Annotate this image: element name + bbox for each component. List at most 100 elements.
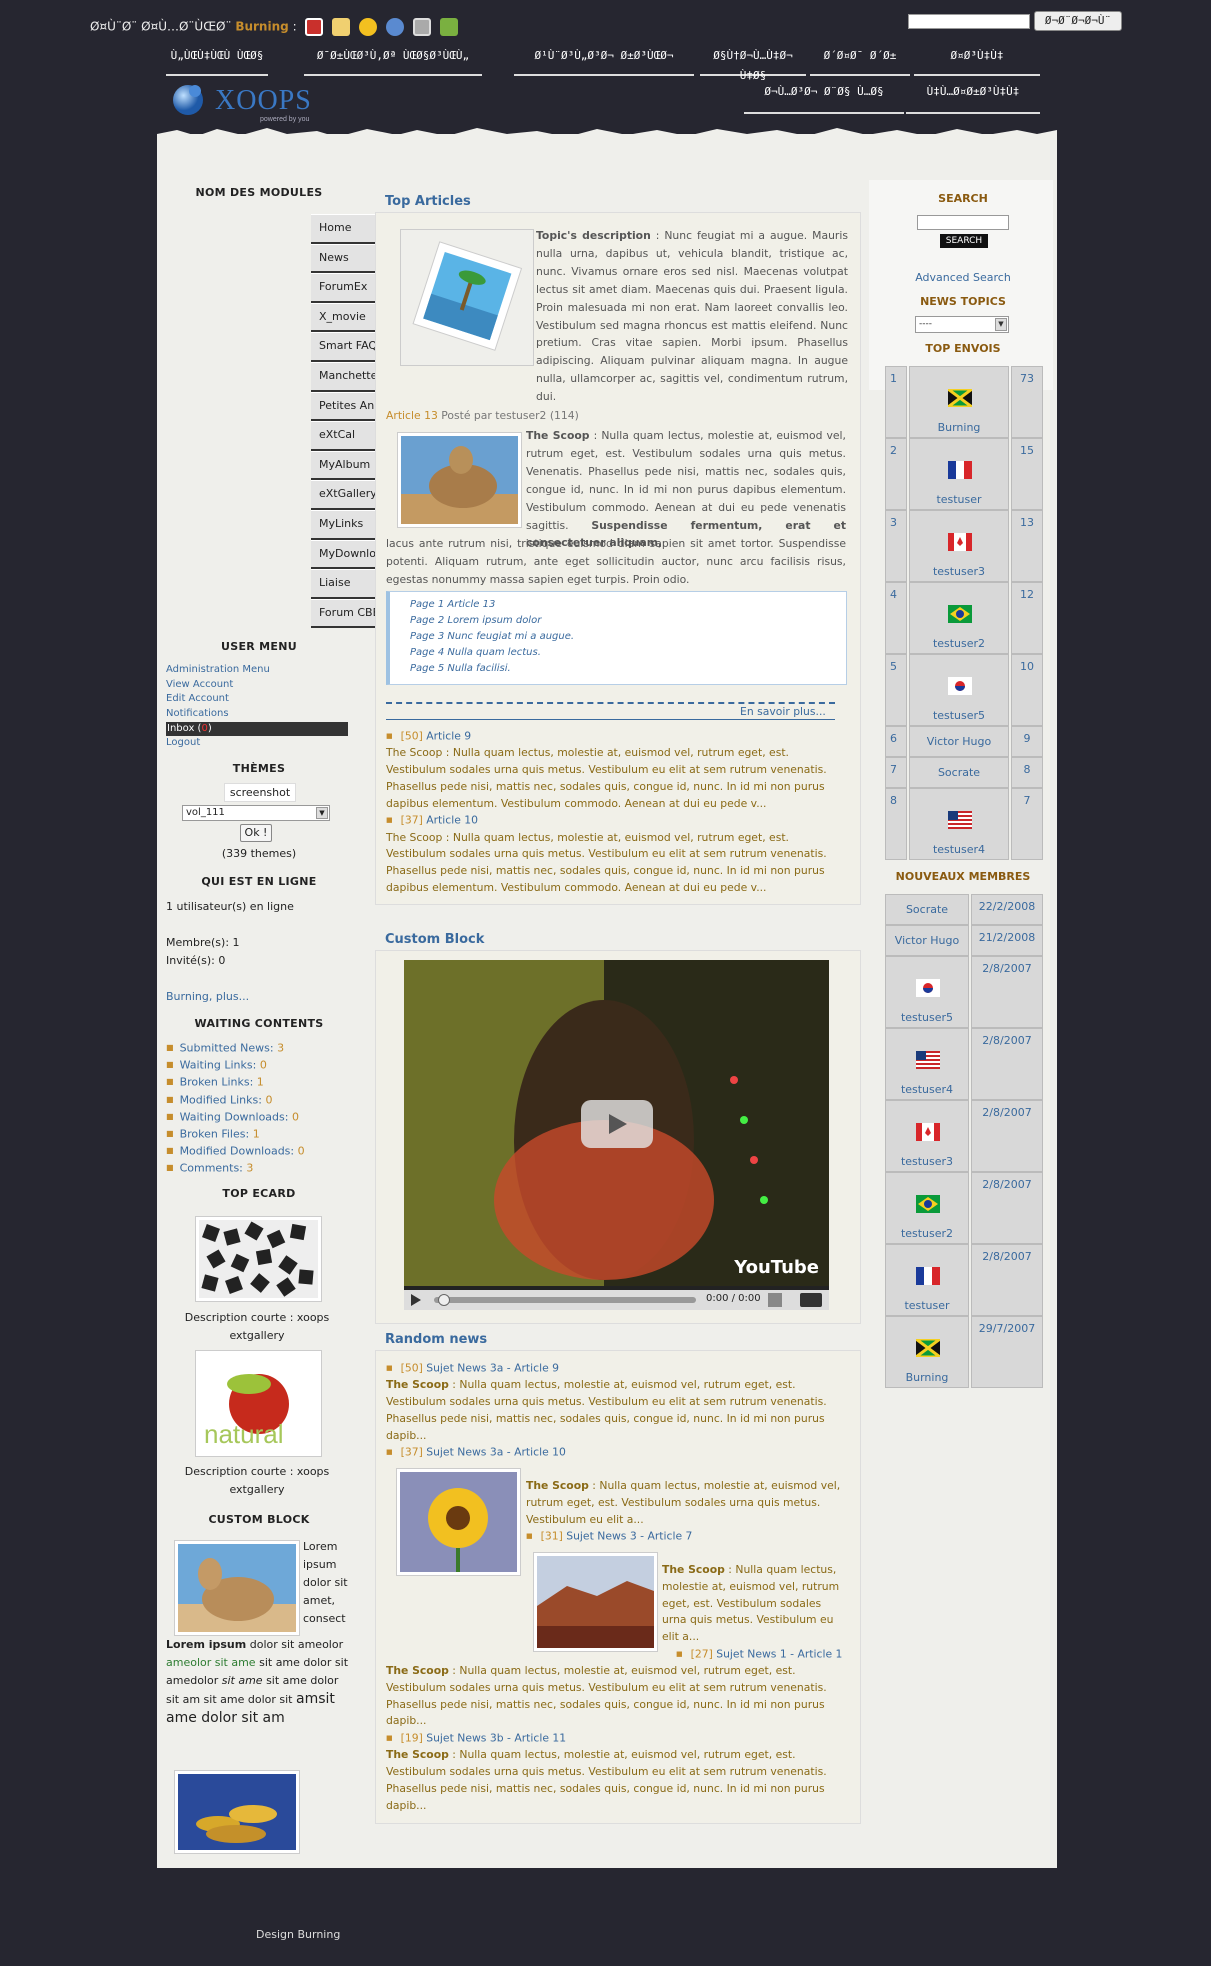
monitor-icon[interactable]	[412, 18, 431, 36]
video-player[interactable]: YouTube	[404, 960, 829, 1286]
list-item-header[interactable]: [50] Article 9	[386, 728, 842, 745]
download-icon[interactable]	[439, 18, 458, 36]
video-seek-bar[interactable]	[434, 1297, 696, 1303]
waiting-item[interactable]: Waiting Links: 0	[166, 1057, 305, 1074]
user-menu-edit-account[interactable]: Edit Account	[166, 692, 348, 707]
top-user-name[interactable]: testuser3	[910, 565, 1008, 578]
new-member-cell[interactable]: testuser	[885, 1244, 969, 1316]
page-link[interactable]: Page 1 Article 13	[410, 597, 826, 613]
article-title-link[interactable]: Article 13	[386, 409, 438, 422]
new-member-cell[interactable]: Socrate	[885, 894, 969, 925]
top-user-cell[interactable]: testuser3	[909, 510, 1009, 582]
list-item-header[interactable]: [37] Article 10	[386, 812, 842, 829]
play-control-icon[interactable]	[410, 1293, 422, 1307]
top-user-cell[interactable]: testuser	[909, 438, 1009, 510]
new-member-name[interactable]: testuser2	[886, 1227, 968, 1240]
top-user-cell[interactable]: Socrate	[909, 757, 1009, 788]
top-user-name[interactable]: testuser	[910, 493, 1008, 506]
top-user-cell[interactable]: Burning	[909, 366, 1009, 438]
new-member-name[interactable]: testuser4	[886, 1083, 968, 1096]
xoops-logo-icon[interactable]	[170, 82, 206, 118]
username-link[interactable]: Burning	[235, 20, 288, 34]
new-member-name[interactable]: testuser	[886, 1299, 968, 1312]
new-member-cell[interactable]: testuser4	[885, 1028, 969, 1100]
top-search-input[interactable]	[908, 14, 1030, 29]
nav-item-7[interactable]: Ø¬Ù…Ø³Ø¬ Ø¨Ø§ Ù…Ø§	[744, 82, 904, 114]
top-user-name[interactable]: Victor Hugo	[910, 735, 1008, 748]
topics-select[interactable]: ---- ▼	[915, 316, 1009, 333]
user-menu-view-account[interactable]: View Account	[166, 678, 348, 693]
top-user-name[interactable]: Burning	[910, 421, 1008, 434]
nav-item-8[interactable]: Ù‡Ù…Ø¤Ø±Ø³Ù‡Ù‡	[906, 82, 1040, 114]
chat-icon[interactable]	[359, 18, 378, 36]
new-member-name[interactable]: Burning	[886, 1371, 968, 1384]
user-menu-inbox[interactable]: Inbox (0)	[166, 721, 348, 737]
theme-ok-button[interactable]: Ok !	[240, 824, 272, 842]
notes-icon[interactable]	[332, 18, 351, 36]
new-member-name[interactable]: testuser5	[886, 1011, 968, 1024]
search-icon[interactable]	[385, 18, 404, 36]
play-button[interactable]	[581, 1100, 653, 1148]
advanced-search-link[interactable]: Advanced Search	[880, 271, 1046, 284]
top-search-button[interactable]: Ø¬Ø¨Ø¬Ø¬Ù¨	[1034, 11, 1122, 31]
mail-icon[interactable]	[305, 18, 324, 36]
random-item-text: Nulla quam lectus, molestie at, euismod …	[386, 1378, 827, 1442]
nav-item-4[interactable]: Ø§Ù†Ø¬Ù…Ù‡Ø¬ Ù‡Ø§	[700, 46, 806, 82]
user-menu-admin[interactable]: Administration Menu	[166, 663, 348, 678]
random-item-header[interactable]: [50] Sujet News 3a - Article 9	[386, 1360, 842, 1377]
top-user-cell[interactable]: testuser5	[909, 654, 1009, 726]
ecard-thumb-2[interactable]: natural	[195, 1350, 322, 1457]
top-user-cell[interactable]: testuser2	[909, 582, 1009, 654]
search-input[interactable]	[917, 215, 1009, 230]
seek-handle[interactable]	[438, 1294, 450, 1306]
waiting-item[interactable]: Broken Files: 1	[166, 1126, 305, 1143]
fullscreen-icon[interactable]	[800, 1293, 822, 1307]
top-user-cell[interactable]: testuser4	[909, 788, 1009, 860]
user-menu-logout[interactable]: Logout	[166, 736, 348, 751]
top-user-name[interactable]: testuser2	[910, 637, 1008, 650]
search-button[interactable]: SEARCH	[940, 234, 988, 248]
waiting-item[interactable]: Comments: 3	[166, 1160, 305, 1177]
page-link[interactable]: Page 3 Nunc feugiat mi a augue.	[410, 629, 826, 645]
new-member-name[interactable]: Victor Hugo	[886, 934, 968, 947]
logo-text[interactable]: XOOPS	[215, 85, 312, 117]
top-user-cell[interactable]: Victor Hugo	[909, 726, 1009, 757]
random-item-text: Nulla quam lectus, molestie at, euismod …	[386, 1748, 827, 1812]
new-member-cell[interactable]: testuser3	[885, 1100, 969, 1172]
online-more-link[interactable]: plus...	[216, 990, 249, 1003]
random-item-header[interactable]: [19] Sujet News 3b - Article 11	[386, 1730, 842, 1747]
random-item-header[interactable]: [27] Sujet News 1 - Article 1	[676, 1646, 846, 1663]
random-item-header[interactable]: [37] Sujet News 3a - Article 10	[386, 1444, 842, 1461]
top-user-name[interactable]: Socrate	[910, 766, 1008, 779]
new-member-name[interactable]: testuser3	[886, 1155, 968, 1168]
waiting-item[interactable]: Modified Downloads: 0	[166, 1143, 305, 1160]
new-member-cell[interactable]: testuser2	[885, 1172, 969, 1244]
waiting-item[interactable]: Broken Links: 1	[166, 1074, 305, 1091]
new-member-name[interactable]: Socrate	[886, 903, 968, 916]
new-member-cell[interactable]: Victor Hugo	[885, 925, 969, 956]
top-user-name[interactable]: testuser4	[910, 843, 1008, 856]
waiting-item[interactable]: Modified Links: 0	[166, 1092, 305, 1109]
waiting-item[interactable]: Waiting Downloads: 0	[166, 1109, 305, 1126]
nav-item-6[interactable]: Ø¤Ø³Ù‡Ù‡	[914, 46, 1040, 76]
top-rank-cell: 2	[885, 438, 907, 510]
ecard-thumb-1[interactable]	[195, 1216, 322, 1302]
page-link[interactable]: Page 4 Nulla quam lectus.	[410, 645, 826, 661]
online-user-link[interactable]: Burning	[166, 990, 209, 1003]
theme-select[interactable]: vol_111 ▼	[182, 805, 330, 821]
volume-icon[interactable]	[768, 1293, 782, 1307]
page-link[interactable]: Page 5 Nulla facilisi.	[410, 661, 826, 677]
nav-item-5[interactable]: Ø´Ø¤Ø¯ Ø´Ø±	[810, 46, 910, 76]
top-user-name[interactable]: testuser5	[910, 709, 1008, 722]
themes-title: THÈMES	[232, 762, 286, 775]
page-link[interactable]: Page 2 Lorem ipsum dolor	[410, 613, 826, 629]
read-more-link[interactable]: En savoir plus...	[740, 705, 826, 718]
nav-item-2[interactable]: Ø¯Ø±ÙŒØ³Ù‚Øª ÙŒØ§Ø³ÙŒÙ„	[304, 46, 482, 76]
nav-item-3[interactable]: Ø¹Ù¨Ø³Ù„Ø³Ø¬ Ø±Ø³ÙŒØ¬	[514, 46, 694, 76]
nav-item-1[interactable]: Ù„ÙŒÙ‡ÙŒÙ ÙŒØ§	[166, 46, 268, 76]
random-item-header[interactable]: [31] Sujet News 3 - Article 7	[526, 1528, 844, 1545]
waiting-item[interactable]: Submitted News: 3	[166, 1040, 305, 1057]
user-menu-notifications[interactable]: Notifications	[166, 707, 348, 722]
new-member-cell[interactable]: Burning	[885, 1316, 969, 1388]
new-member-cell[interactable]: testuser5	[885, 956, 969, 1028]
